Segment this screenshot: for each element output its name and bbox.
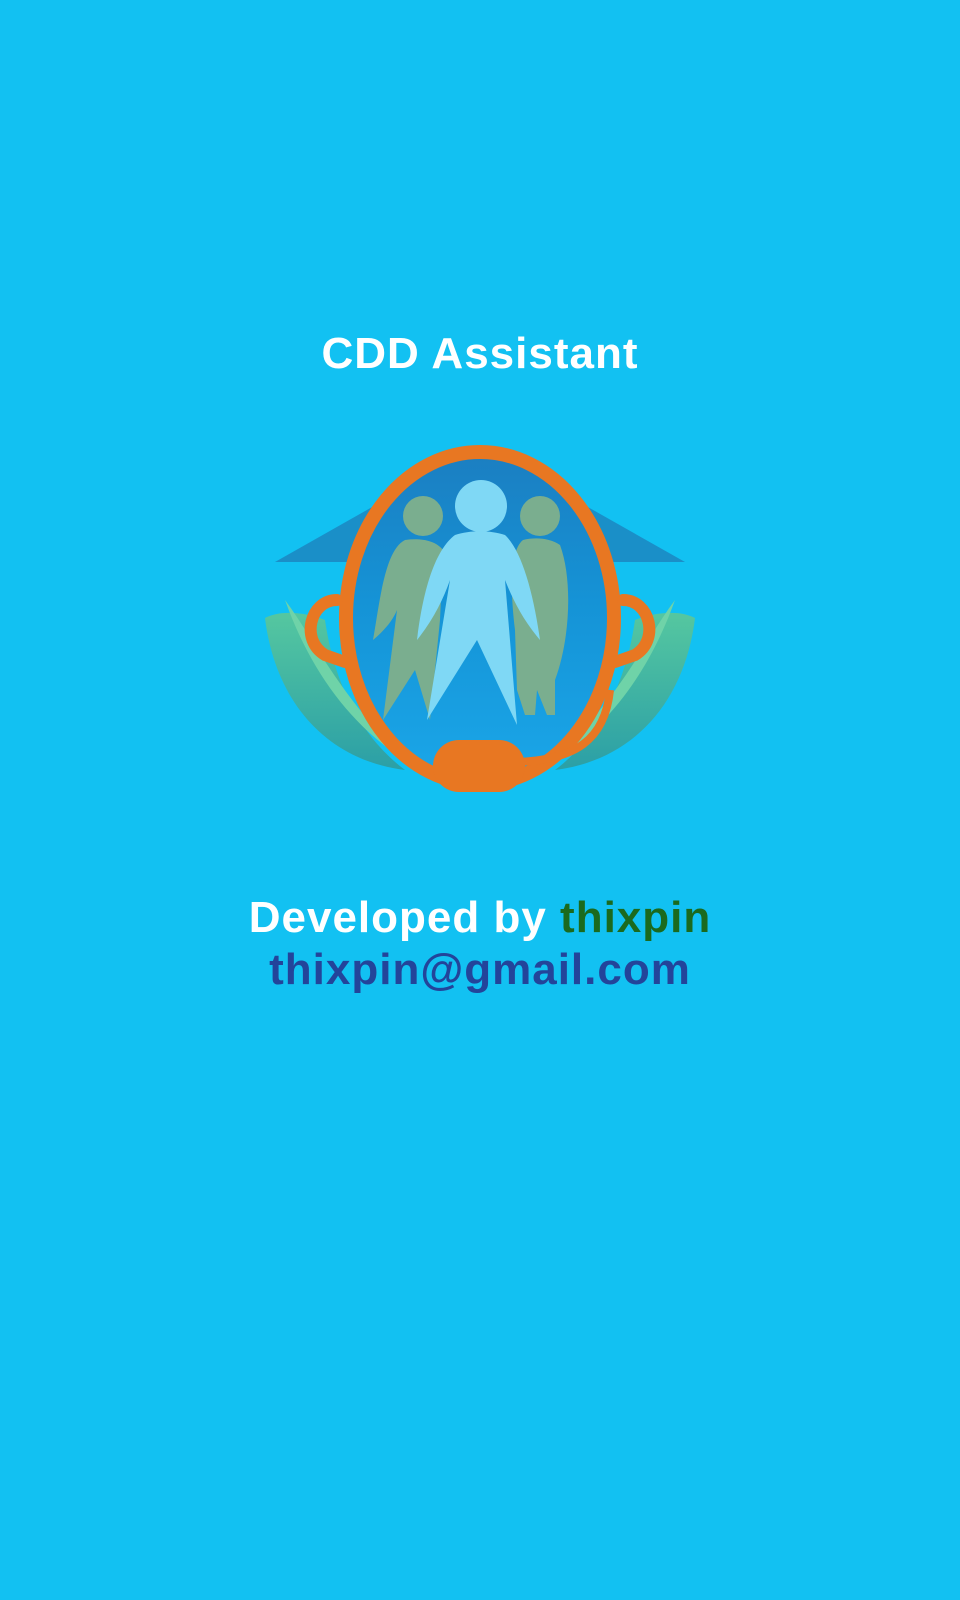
credits: Developed by thixpin thixpin@gmail.com: [0, 892, 960, 996]
developed-by-line: Developed by thixpin: [0, 892, 960, 944]
splash-screen: CDD Assistant Developed by thixpin thixp…: [0, 0, 960, 1600]
community-support-logo-icon: [255, 440, 705, 810]
developer-name: thixpin: [560, 893, 712, 942]
app-title: CDD Assistant: [321, 329, 639, 378]
developer-email[interactable]: thixpin@gmail.com: [0, 944, 960, 996]
developed-by-label: Developed by: [248, 893, 561, 942]
